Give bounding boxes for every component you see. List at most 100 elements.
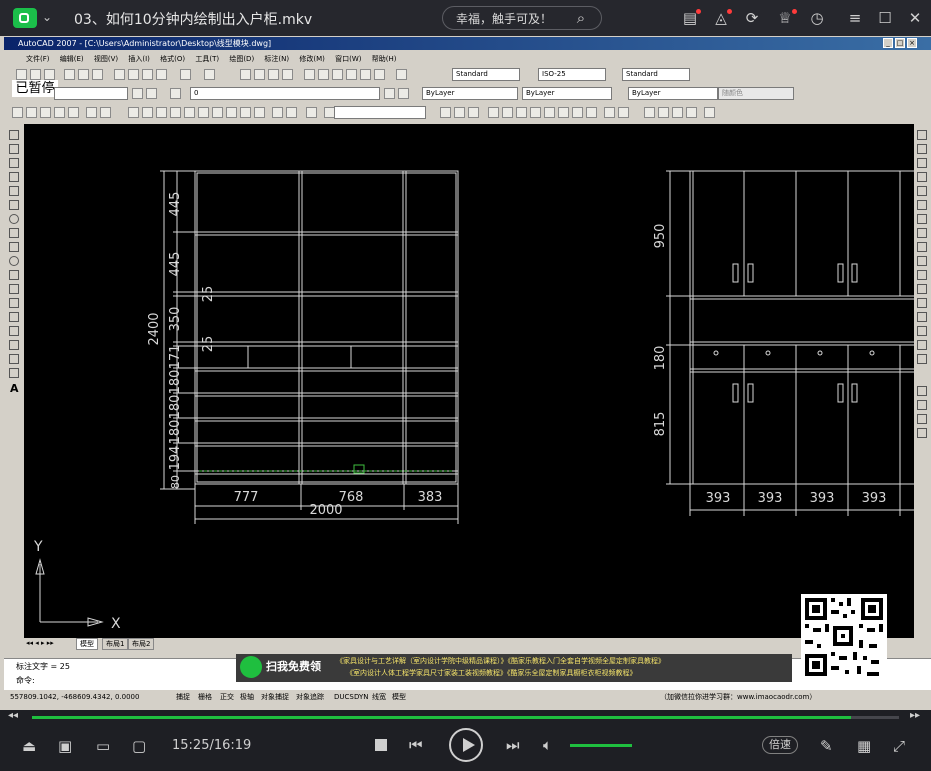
menu-help[interactable]: 帮助(H) [372,55,397,63]
visual-style-combo[interactable] [334,106,426,119]
3d-rotate-icon[interactable] [672,107,683,118]
undo-icon[interactable] [180,69,191,80]
match-prop-icon[interactable] [156,69,167,80]
my-workspace-icon[interactable] [146,88,157,99]
clock-icon[interactable]: ◷ [808,9,826,27]
share-icon[interactable]: ⟳ [743,9,761,27]
fullscreen-icon[interactable]: ⤢ [893,737,905,755]
mtext-icon[interactable]: A [10,382,19,395]
top-view-icon[interactable] [128,107,139,118]
arc-icon[interactable] [9,200,19,210]
break-icon[interactable] [917,298,927,308]
materials-icon[interactable] [86,107,97,118]
layer-combo[interactable]: 0 [190,87,380,100]
clip-icon[interactable]: ✎ [820,737,833,755]
properties-icon[interactable] [304,69,315,80]
render-icon[interactable] [68,107,79,118]
send-back-icon[interactable] [917,414,927,424]
camera-icon[interactable] [306,107,317,118]
fast-forward-icon[interactable]: ▸▸ [910,710,920,721]
3d-array-icon[interactable] [658,107,669,118]
zoom-prev-icon[interactable] [282,69,293,80]
menu-view[interactable]: 视图(V) [94,55,118,63]
break-at-point-icon[interactable] [917,284,927,294]
extend-icon[interactable] [917,270,927,280]
revolve-icon[interactable] [530,107,541,118]
dim-style-combo[interactable]: ISO-25 [538,68,606,81]
sw-iso-icon[interactable] [212,107,223,118]
3d-align-icon[interactable] [644,107,655,118]
fillet-icon[interactable] [917,340,927,350]
screenshot-icon[interactable]: ▢ [132,737,146,755]
zoom-window-icon[interactable] [268,69,279,80]
ucs-icon[interactable] [12,107,23,118]
ellipse-icon[interactable] [9,256,19,266]
tab-layout1[interactable]: 布局1 [102,638,129,650]
make-current-layer-icon[interactable] [384,88,395,99]
markup-icon[interactable] [360,69,371,80]
menu-modify[interactable]: 修改(M) [299,55,325,63]
stop-icon[interactable] [375,739,387,751]
right-view-icon[interactable] [170,107,181,118]
hatch-icon[interactable] [9,326,19,336]
toolbox-icon[interactable]: ▦ [857,737,871,755]
left-view-icon[interactable] [156,107,167,118]
back-view-icon[interactable] [198,107,209,118]
status-otrack[interactable]: 对象追踪 [296,690,324,704]
3d-mirror-icon[interactable] [686,107,697,118]
previous-icon[interactable]: ⏮ [409,736,423,754]
section-plane-icon[interactable] [704,107,715,118]
make-block-icon[interactable] [9,298,19,308]
union-icon[interactable] [558,107,569,118]
copy-object-icon[interactable] [917,144,927,154]
tab-layout2[interactable]: 布局2 [128,638,155,650]
se-iso-icon[interactable] [226,107,237,118]
status-snap[interactable]: 捕捉 [176,690,190,704]
zoom-icon[interactable] [254,69,265,80]
menu-window[interactable]: 窗口(W) [335,55,361,63]
cylinder-icon[interactable] [54,107,65,118]
volume-icon[interactable]: 🔈︎ [543,736,552,754]
tab-nav-arrows[interactable]: ◂◂ ◂ ▸ ▸▸ [26,639,54,647]
layer-manager-icon[interactable] [170,88,181,99]
menu-draw[interactable]: 绘图(D) [229,55,254,63]
open-icon[interactable] [30,69,41,80]
menu-icon[interactable]: ≡ [846,9,864,27]
3d-move-icon[interactable] [618,107,629,118]
status-lineweight[interactable]: 线宽 [372,690,386,704]
plot-icon[interactable] [64,69,75,80]
status-ducs[interactable]: DUCS [334,690,354,704]
subtract-icon[interactable] [572,107,583,118]
design-center-icon[interactable] [318,69,329,80]
stretch-icon[interactable] [917,242,927,252]
ne-iso-icon[interactable] [240,107,251,118]
rewind-icon[interactable]: ◂◂ [8,710,18,721]
menu-dimension[interactable]: 标注(N) [264,55,289,63]
lineweight-combo[interactable]: ByLayer [628,87,718,100]
play-button[interactable] [449,728,483,762]
bring-front-icon[interactable] [917,400,927,410]
copy-icon[interactable] [128,69,139,80]
acad-minimize-button[interactable]: _ [883,38,893,48]
lights-icon[interactable] [100,107,111,118]
preview-icon[interactable] [78,69,89,80]
nw-iso-icon[interactable] [254,107,265,118]
redo-icon[interactable] [204,69,215,80]
draworder-icon[interactable] [917,386,927,396]
erase-icon[interactable] [917,130,927,140]
sphere-icon[interactable] [40,107,51,118]
polyline-icon[interactable] [9,158,19,168]
plot-style-combo[interactable]: 随颜色 [718,87,794,100]
cut-icon[interactable] [114,69,125,80]
chamfer-icon[interactable] [917,326,927,336]
spline-icon[interactable] [9,242,19,252]
revision-cloud-icon[interactable] [9,228,19,238]
sweep-icon[interactable] [516,107,527,118]
workspace-combo[interactable] [54,87,128,100]
publish-icon[interactable] [92,69,103,80]
status-ortho[interactable]: 正交 [220,690,234,704]
extrude-icon[interactable] [488,107,499,118]
region-icon[interactable] [9,354,19,364]
rotate-icon[interactable] [917,214,927,224]
drawing-canvas[interactable]: 445 445 25 350 25 171 180 180 180 194 80… [24,124,914,638]
